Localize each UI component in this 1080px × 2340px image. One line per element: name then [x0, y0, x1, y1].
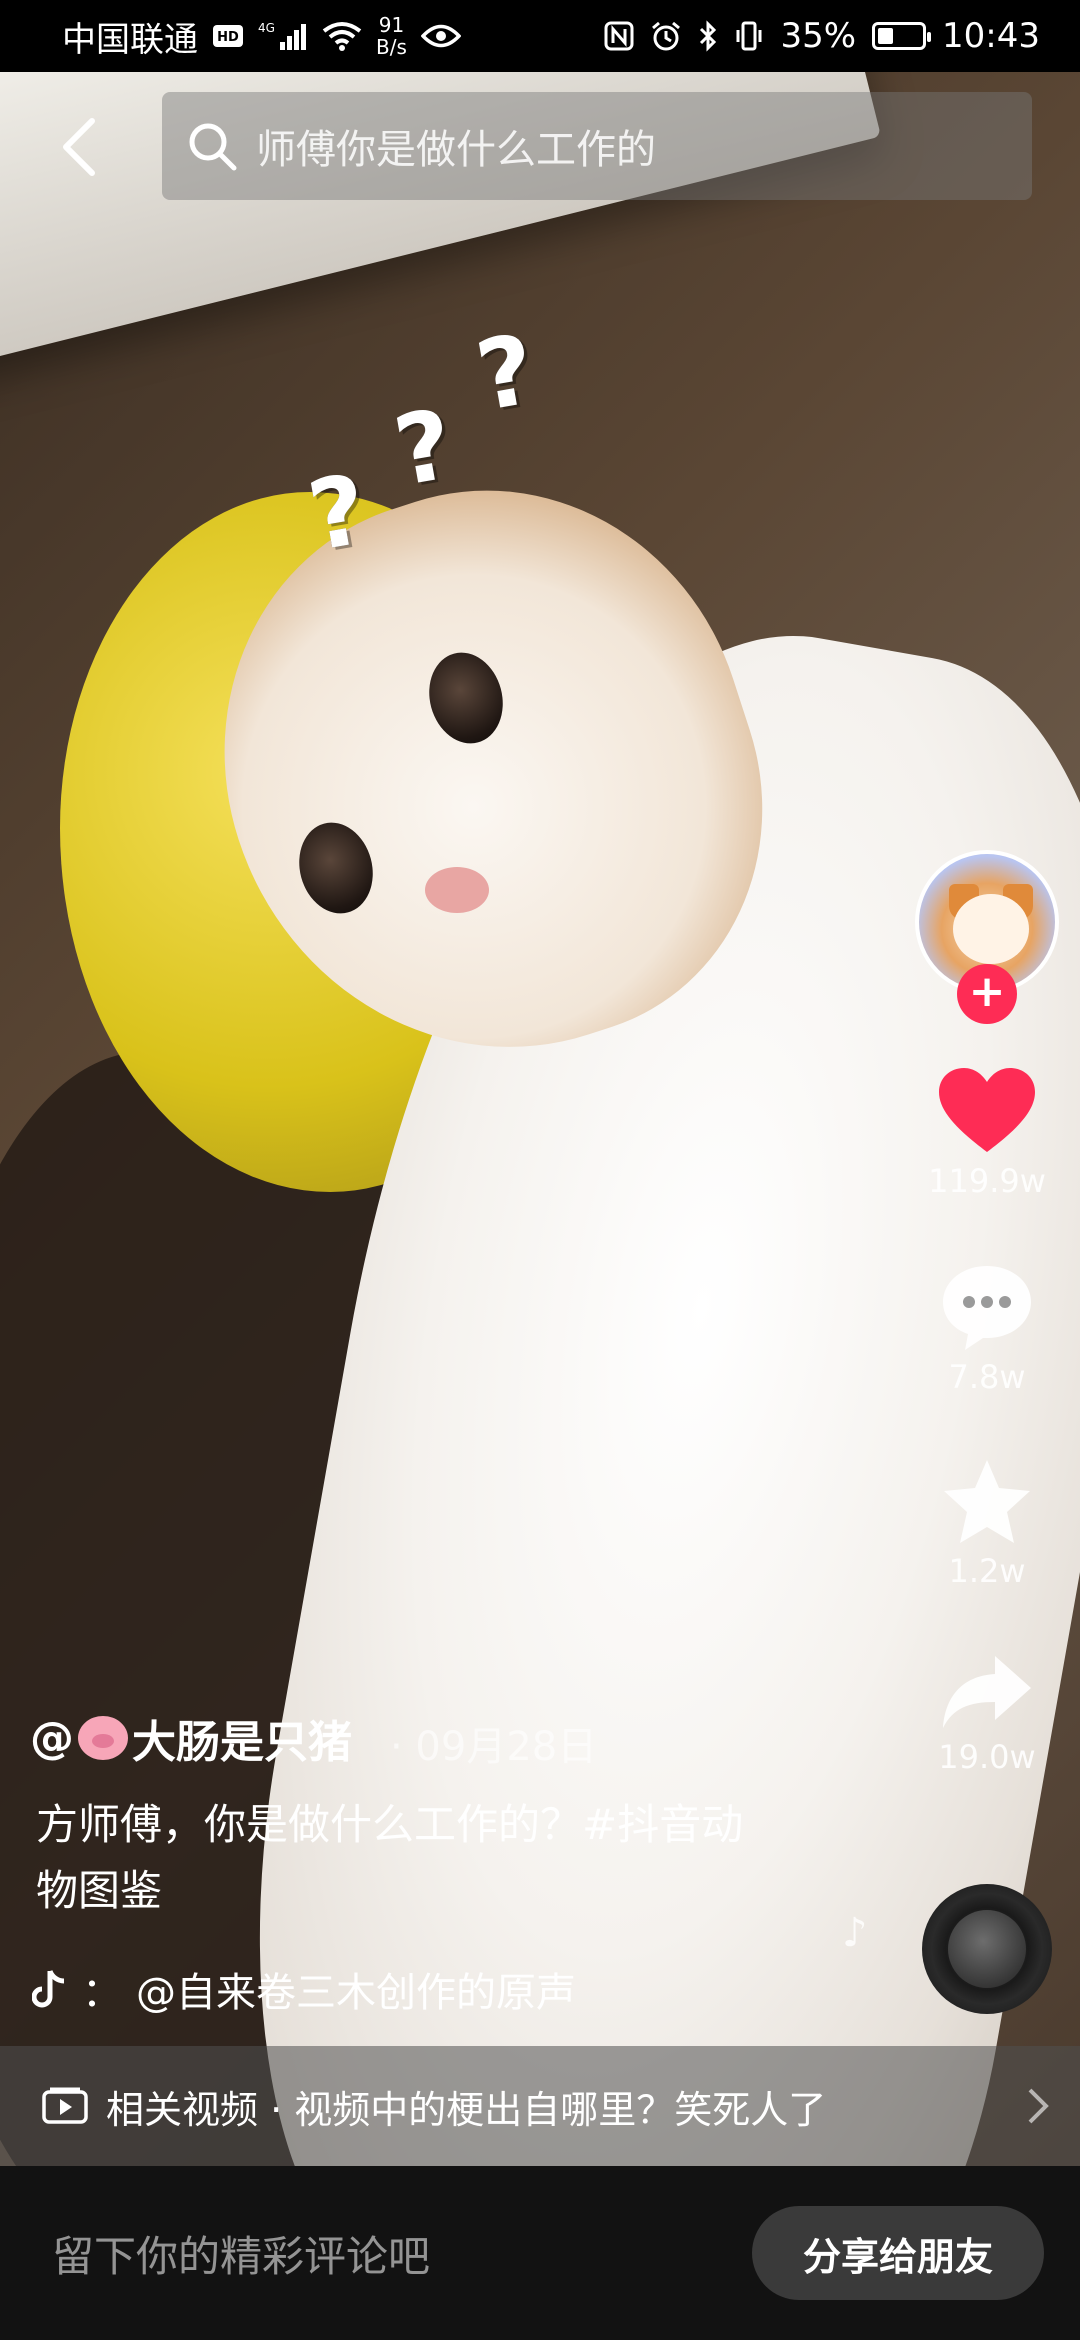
- tiktok-logo-icon: [32, 1970, 65, 2008]
- signal-icon: 4G: [258, 20, 308, 52]
- search-bar[interactable]: 师傅你是做什么工作的: [162, 92, 1032, 200]
- comment-button[interactable]: 7.8w: [912, 1262, 1062, 1396]
- heart-icon: [939, 1068, 1035, 1152]
- status-bar: 中国联通 HD 4G 91 B/s 35% 10:43: [0, 0, 1080, 72]
- music-info[interactable]: ： @自来卷三木创作的原声: [32, 1960, 592, 2018]
- cat-nose: [425, 867, 489, 913]
- carrier-label: 中国联通: [62, 19, 198, 60]
- related-video-bar[interactable]: 相关视频 · 视频中的梗出自哪里？笑死人了: [0, 2046, 1080, 2166]
- question-mark-sticker: ?: [386, 388, 461, 508]
- star-icon: [944, 1460, 1030, 1543]
- clock: 10:43: [942, 16, 1040, 56]
- signal-type: 4G: [258, 21, 275, 35]
- author-avatar-button[interactable]: +: [915, 850, 1059, 1024]
- favorite-button[interactable]: 1.2w: [912, 1458, 1062, 1590]
- bottom-bar: 留下你的精彩评论吧 分享给朋友: [0, 2166, 1080, 2340]
- video-play-icon: [42, 2087, 88, 2124]
- like-count: 119.9w: [928, 1162, 1046, 1200]
- battery-percent: 35%: [780, 16, 857, 56]
- hd-text: HD: [217, 30, 239, 45]
- battery-icon: [872, 22, 932, 50]
- author-name[interactable]: @ 大肠是只猪: [30, 1706, 352, 1770]
- share-to-friends-button[interactable]: 分享给朋友: [752, 2206, 1044, 2300]
- alarm-icon: [650, 20, 682, 52]
- favorite-count: 1.2w: [948, 1552, 1026, 1590]
- follow-button[interactable]: +: [957, 964, 1017, 1024]
- share-arrow-icon: [943, 1656, 1031, 1728]
- author-at: @: [30, 1712, 74, 1764]
- bluetooth-icon: [698, 20, 718, 52]
- like-button[interactable]: 119.9w: [912, 1066, 1062, 1200]
- post-caption[interactable]: 方师傅，你是做什么工作的？#抖音动物图鉴: [36, 1792, 776, 1924]
- chevron-left-icon: [63, 118, 95, 176]
- wifi-icon: [322, 21, 362, 51]
- music-prefix: ：: [82, 1970, 122, 2016]
- author-username: 大肠是只猪: [132, 1717, 352, 1768]
- comment-icon: [943, 1266, 1031, 1350]
- net-speed-unit: B/s: [376, 35, 407, 59]
- search-query: 师傅你是做什么工作的: [256, 127, 656, 173]
- action-column: + 119.9w 7.8w 1.2w 19.0w: [912, 850, 1062, 1776]
- music-title: @自来卷三木创作的原声: [136, 1970, 576, 2016]
- hd-icon: HD: [212, 24, 244, 48]
- share-count: 19.0w: [938, 1738, 1036, 1776]
- eye-icon: [420, 23, 461, 49]
- post-date: · 09月28日: [390, 1724, 598, 1770]
- comment-input[interactable]: 留下你的精彩评论吧: [52, 2223, 430, 2284]
- question-mark-sticker: ?: [468, 313, 543, 433]
- music-disc-button[interactable]: [922, 1884, 1052, 2014]
- comment-count: 7.8w: [948, 1358, 1026, 1396]
- related-video-label: 相关视频 · 视频中的梗出自哪里？笑死人了: [106, 2087, 827, 2132]
- avatar-cat-face: [953, 894, 1029, 964]
- net-speed: 91 B/s: [376, 14, 407, 58]
- chevron-right-icon: [1028, 2088, 1049, 2124]
- music-note-icon: ♪: [842, 1910, 868, 1956]
- nfc-icon: [604, 21, 634, 51]
- music-cover: [948, 1910, 1026, 1988]
- net-speed-value: 91: [378, 13, 405, 37]
- share-button[interactable]: 19.0w: [912, 1652, 1062, 1776]
- search-icon: [189, 123, 237, 171]
- pig-emoji-icon: [78, 1716, 128, 1760]
- back-button[interactable]: [50, 112, 106, 182]
- vibrate-icon: [734, 20, 764, 52]
